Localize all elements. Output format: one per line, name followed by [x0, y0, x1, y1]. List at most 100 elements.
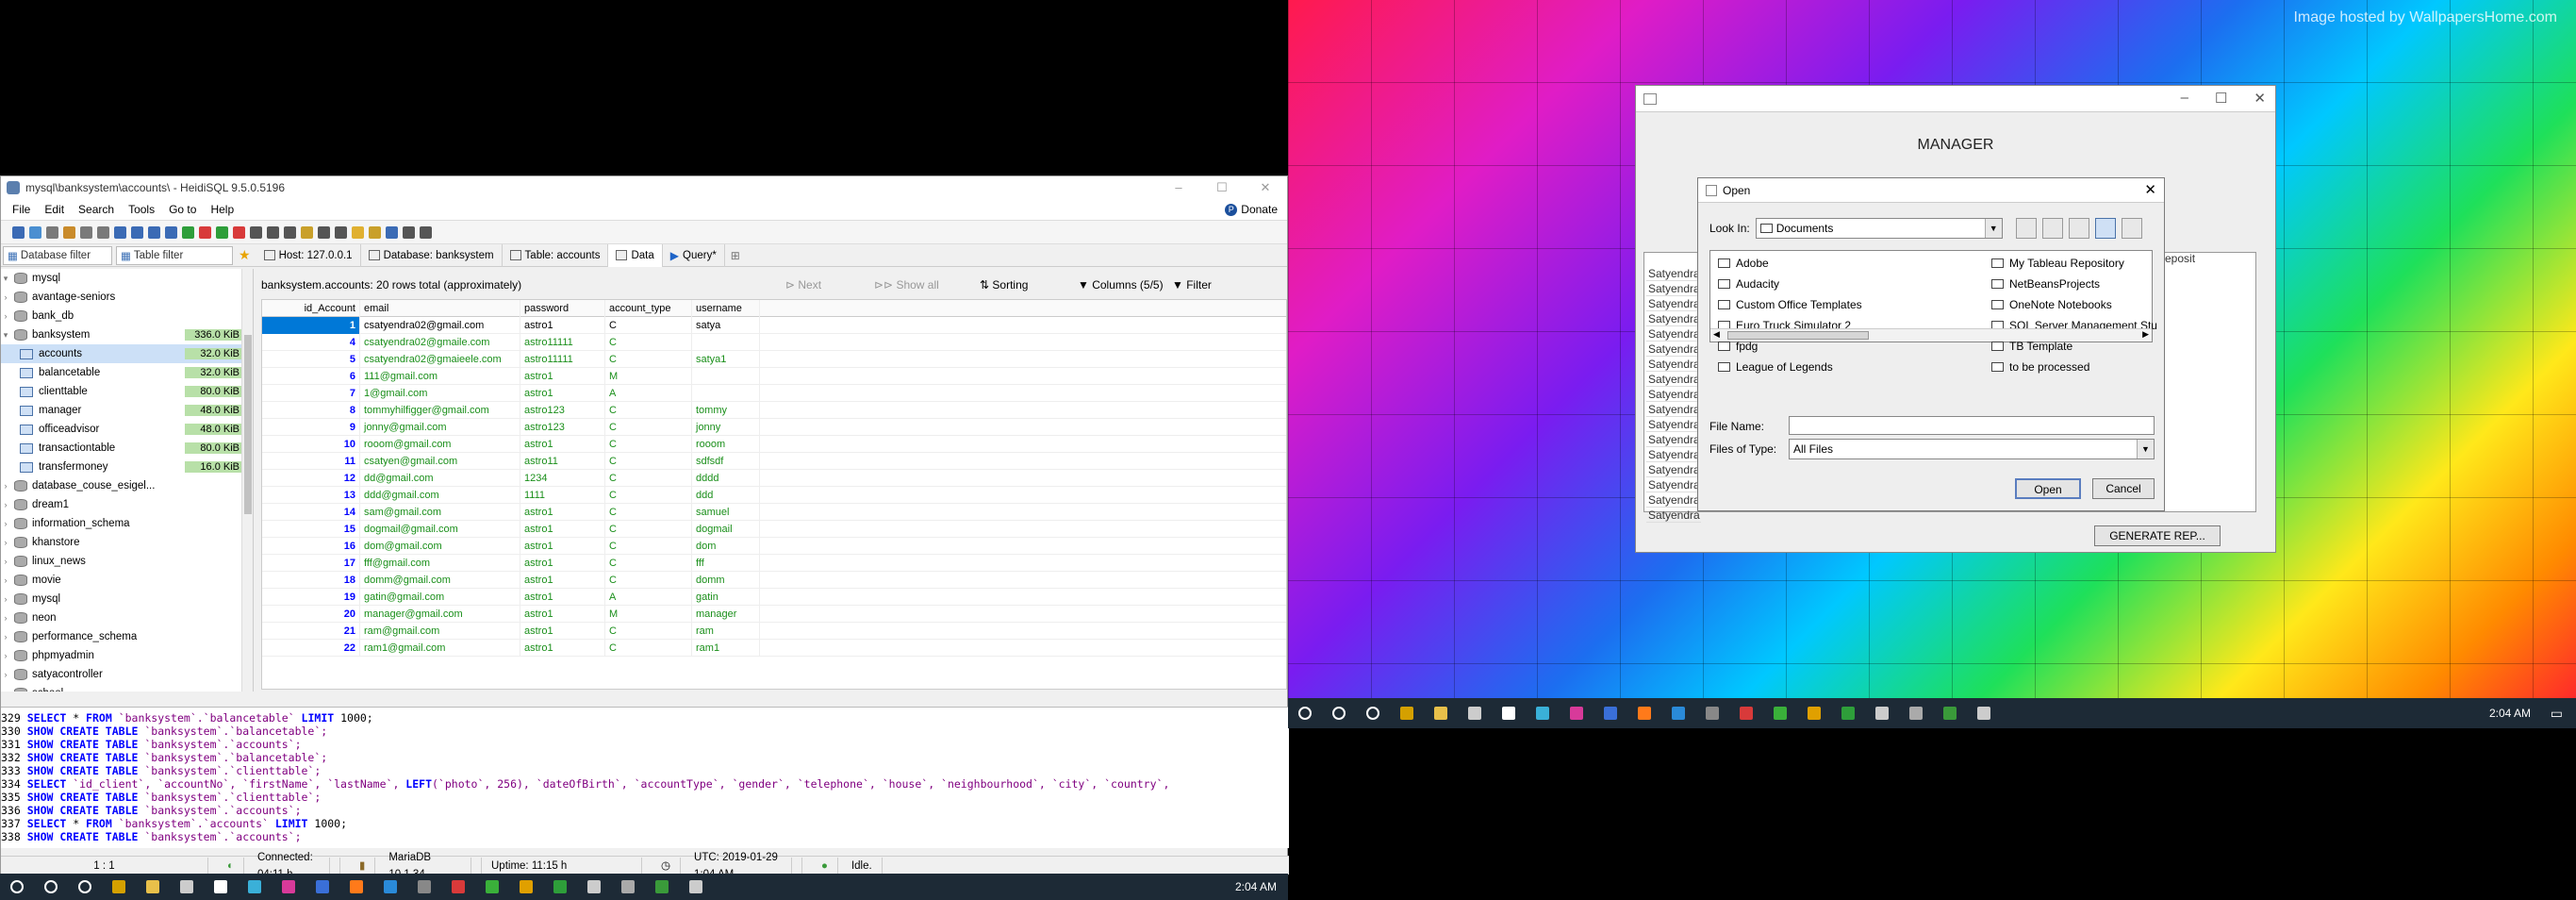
search-icon[interactable]: [44, 880, 58, 893]
settings-icon[interactable]: [1875, 707, 1889, 720]
list-view-icon[interactable]: [2094, 218, 2116, 239]
table-cell[interactable]: fff@gmail.com: [360, 554, 520, 572]
app-icon[interactable]: [1943, 707, 1957, 720]
table-cell[interactable]: astro1: [520, 520, 605, 538]
show-all-button[interactable]: ⊳⊳ Show all: [874, 278, 980, 292]
menu-item-search[interactable]: Search: [78, 203, 114, 216]
chevron-right-icon[interactable]: ›: [1, 311, 10, 321]
table-cell[interactable]: domm@gmail.com: [360, 571, 520, 589]
file-item[interactable]: NetBeansProjects: [1991, 275, 2100, 292]
file-item[interactable]: Custom Office Templates: [1718, 296, 1862, 313]
maximize-button[interactable]: ☐: [1200, 176, 1244, 199]
table-cell[interactable]: manager@gmail.com: [360, 605, 520, 623]
minimize-button[interactable]: –: [1157, 176, 1200, 199]
chevron-right-icon[interactable]: ›: [1, 500, 10, 509]
tree-item-mysql[interactable]: › mysql: [1, 590, 253, 608]
app-icon[interactable]: [112, 880, 125, 893]
toolbar-icon-8[interactable]: [131, 225, 143, 239]
toolbar-icon-11[interactable]: [182, 225, 194, 239]
table-row[interactable]: 21 ram@gmail.com astro1 Cram: [262, 622, 1286, 640]
table-cell[interactable]: jonny: [692, 418, 760, 436]
table-cell[interactable]: satya1: [692, 350, 760, 368]
table-cell[interactable]: A: [605, 384, 692, 402]
table-cell[interactable]: [692, 384, 760, 402]
menu-item-help[interactable]: Help: [210, 203, 234, 216]
file-name-input[interactable]: [1789, 416, 2155, 435]
table-cell[interactable]: astro1: [520, 588, 605, 606]
columns-button[interactable]: ▼ Columns (5/5): [1078, 278, 1172, 292]
column-header-password[interactable]: password: [520, 300, 605, 317]
table-cell[interactable]: ram1: [692, 639, 760, 657]
table-row[interactable]: 5 csatyendra02@gmaieele.com astro11111 Csat…: [262, 350, 1286, 368]
table-cell[interactable]: dogmail@gmail.com: [360, 520, 520, 538]
table-cell[interactable]: C: [605, 639, 692, 657]
app-icon[interactable]: [1841, 707, 1855, 720]
donate-button[interactable]: P Donate: [1225, 203, 1278, 216]
toolbar-icon-19[interactable]: [318, 225, 330, 239]
store-icon[interactable]: [1468, 707, 1481, 720]
menu-item-edit[interactable]: Edit: [44, 203, 64, 216]
file-list-scrollbar[interactable]: ◀ ▶: [1710, 328, 2152, 342]
table-cell[interactable]: 22: [262, 639, 360, 657]
toolbar-icon-6[interactable]: [97, 225, 109, 239]
table-cell[interactable]: C: [605, 435, 692, 453]
table-cell[interactable]: sdfsdf: [692, 452, 760, 470]
table-cell[interactable]: C: [605, 571, 692, 589]
tree-item-khanstore[interactable]: › khanstore: [1, 533, 253, 552]
tab-query[interactable]: ▶ Query*: [663, 243, 725, 267]
toolbar-icon-18[interactable]: [301, 225, 313, 239]
table-cell[interactable]: fff: [692, 554, 760, 572]
table-cell[interactable]: C: [605, 486, 692, 504]
tree-item-dream1[interactable]: › dream1: [1, 495, 253, 514]
table-cell[interactable]: astro123: [520, 401, 605, 419]
table-row[interactable]: 19 gatin@gmail.com astro1 Agatin: [262, 588, 1286, 606]
toolbar-icon-10[interactable]: [165, 225, 177, 239]
app-icon[interactable]: [1536, 707, 1549, 720]
tree-item-satyacontroller[interactable]: › satyacontroller: [1, 665, 253, 684]
minimize-button[interactable]: –: [2181, 90, 2188, 107]
toolbar-icon-2[interactable]: [29, 225, 41, 239]
table-cell[interactable]: dd@gmail.com: [360, 469, 520, 487]
toolbar-icon-3[interactable]: [46, 225, 58, 239]
tree-item-banksystem[interactable]: ▾ banksystem 336.0 KiB: [1, 325, 253, 344]
chevron-right-icon[interactable]: ›: [1, 557, 10, 566]
table-row[interactable]: 9 jonny@gmail.com astro123 Cjonny: [262, 418, 1286, 436]
notification-icon[interactable]: ▭: [2551, 706, 2563, 722]
table-cell[interactable]: astro11111: [520, 350, 605, 368]
app-icon[interactable]: [418, 880, 431, 893]
chevron-right-icon[interactable]: ›: [1, 632, 10, 642]
cancel-button[interactable]: Cancel: [2092, 478, 2155, 499]
mail-icon[interactable]: [214, 880, 227, 893]
table-cell[interactable]: C: [605, 418, 692, 436]
toolbar-icon-15[interactable]: [250, 225, 262, 239]
table-cell[interactable]: astro1: [520, 316, 605, 334]
window-titlebar[interactable]: mysql\banksystem\accounts\ - HeidiSQL 9.…: [1, 176, 1287, 199]
toolbar-icon-25[interactable]: [420, 225, 432, 239]
toolbar-icon-9[interactable]: [148, 225, 160, 239]
table-row[interactable]: 16 dom@gmail.com astro1 Cdom: [262, 537, 1286, 555]
chrome-icon[interactable]: [1774, 707, 1787, 720]
table-cell[interactable]: astro11111: [520, 333, 605, 351]
table-row[interactable]: 17 fff@gmail.com astro1 Cfff: [262, 554, 1286, 572]
maximize-button[interactable]: ☐: [2215, 90, 2227, 107]
table-cell[interactable]: astro1: [520, 605, 605, 623]
table-cell[interactable]: astro1: [520, 571, 605, 589]
table-cell[interactable]: C: [605, 316, 692, 334]
app-icon[interactable]: [452, 880, 465, 893]
file-item[interactable]: League of Legends: [1718, 358, 1833, 375]
table-filter-input[interactable]: ▦ Table filter: [116, 245, 233, 265]
table-cell[interactable]: 9: [262, 418, 360, 436]
tree-item-database-couse-esigel-[interactable]: › database_couse_esigel...: [1, 476, 253, 495]
app-icon[interactable]: [1740, 707, 1753, 720]
table-cell[interactable]: [692, 367, 760, 385]
chevron-right-icon[interactable]: ›: [1, 292, 10, 302]
files-of-type-select[interactable]: All Files ▼: [1789, 439, 2155, 459]
look-in-select[interactable]: Documents ▼: [1755, 218, 2003, 239]
tree-item-transactiontable[interactable]: transactiontable 80.0 KiB: [1, 439, 253, 458]
close-button[interactable]: ✕: [2254, 90, 2266, 107]
tree-item-accounts[interactable]: accounts 32.0 KiB: [1, 344, 253, 363]
sorting-button[interactable]: ⇅ Sorting: [980, 278, 1078, 292]
table-row[interactable]: 22 ram1@gmail.com astro1 Cram1: [262, 639, 1286, 657]
table-cell[interactable]: M: [605, 367, 692, 385]
table-cell[interactable]: tommy: [692, 401, 760, 419]
